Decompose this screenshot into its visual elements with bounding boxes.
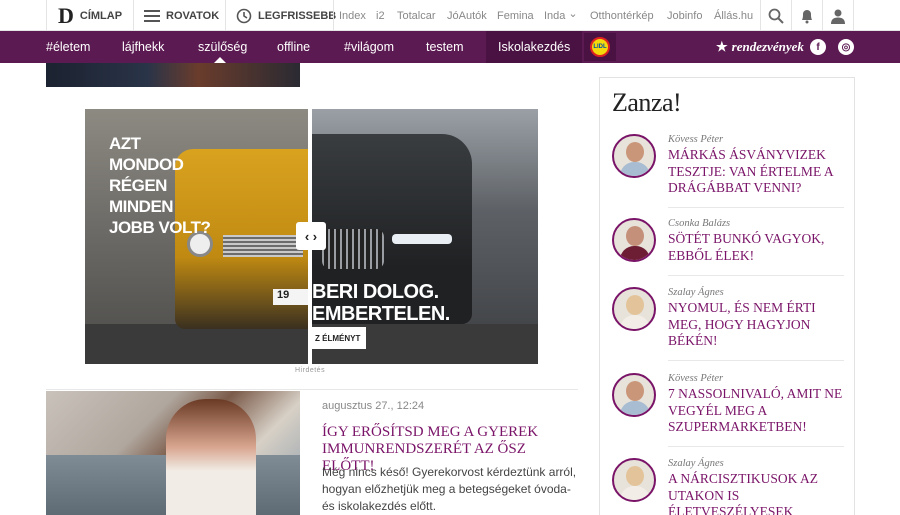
avatar-body — [620, 486, 650, 500]
ad-license-plate: 19 — [273, 289, 308, 305]
ad-headlight — [392, 234, 452, 244]
ad-headline-right: BERI DOLOG. EMBERTELEN. — [312, 281, 450, 325]
article-image-person — [166, 399, 256, 515]
category-eletem[interactable]: #életem — [46, 31, 90, 63]
category-testem[interactable]: testem — [426, 31, 464, 63]
sidebar-divider — [668, 360, 844, 361]
nav-divider — [760, 0, 761, 31]
avatar-body — [620, 401, 650, 415]
partner-link-inda[interactable]: Inda ⌄ — [544, 0, 578, 31]
home-link[interactable]: D CÍMLAP — [58, 0, 122, 31]
chevron-down-icon: ⌄ — [568, 7, 578, 20]
author-name: Szalay Ágnes — [668, 287, 724, 298]
avatar-body — [620, 162, 650, 176]
sidebar-divider — [668, 207, 844, 208]
home-label: CÍMLAP — [79, 9, 123, 22]
nav-divider — [791, 0, 792, 31]
bell-icon — [799, 8, 815, 24]
avatar-body — [620, 315, 650, 329]
category-iskolakezdes[interactable]: Iskolakezdés — [486, 31, 583, 63]
star-icon: ★ — [716, 39, 728, 54]
ad-road — [85, 324, 308, 364]
facebook-icon[interactable]: f — [810, 39, 826, 55]
partner-link-allas[interactable]: Állás.hu — [714, 0, 753, 31]
ad-left-image: 19 AZT MONDOD RÉGEN MINDEN JOBB VOLT? — [85, 109, 308, 364]
nav-divider — [133, 0, 134, 31]
category-vilagom[interactable]: #világom — [344, 31, 394, 63]
partner-link-i2[interactable]: i2 — [376, 0, 385, 31]
nav-divider — [333, 0, 334, 31]
user-icon — [830, 8, 846, 24]
author-name: Kövess Péter — [668, 373, 724, 384]
ad-headline-left: AZT MONDOD RÉGEN MINDEN JOBB VOLT? — [109, 134, 211, 237]
search-button[interactable] — [768, 0, 784, 31]
category-lajfhekk[interactable]: lájfhekk — [122, 31, 164, 63]
article-image[interactable] — [46, 391, 300, 515]
author-avatar — [612, 218, 656, 262]
nav-divider — [822, 0, 823, 31]
clock-icon — [236, 8, 252, 24]
sidebar-item-title[interactable]: Márkás ásványvizek tesztje: van értelme … — [668, 147, 844, 197]
author-name: Szalay Ágnes — [668, 458, 724, 469]
nav-divider — [225, 0, 226, 31]
ad-grille — [223, 235, 303, 257]
avatar-head — [626, 381, 644, 401]
lidl-logo-mark: LIDL — [590, 37, 610, 57]
avatar-head — [626, 466, 644, 486]
profile-button[interactable] — [830, 0, 846, 31]
latest-label: LEGFRISSEBB — [258, 9, 337, 22]
sidebar-item-title[interactable]: A nárcisztikusok az utakon is életveszél… — [668, 471, 844, 515]
search-icon — [768, 8, 784, 24]
events-link[interactable]: ★ rendezvények — [716, 31, 804, 63]
article-divider — [46, 389, 578, 390]
partner-link-joautok[interactable]: JóAutók — [447, 0, 487, 31]
author-avatar — [612, 134, 656, 178]
ad-cta-button[interactable]: Z ÉLMÉNYT — [312, 327, 366, 349]
notifications-button[interactable] — [799, 0, 815, 31]
previous-article-image[interactable] — [46, 63, 300, 87]
partner-link-totalcar[interactable]: Totalcar — [397, 0, 436, 31]
article-date: augusztus 27., 12:24 — [322, 400, 425, 412]
site-logo: D — [58, 2, 74, 28]
avatar-head — [626, 142, 644, 162]
inda-label: Inda — [544, 9, 566, 22]
sidebar-item-title[interactable]: Sötét bunkó vagyok, ebből élek! — [668, 231, 844, 264]
author-avatar — [612, 373, 656, 417]
category-offline[interactable]: offline — [277, 31, 310, 63]
sidebar-title: Zanza! — [612, 88, 682, 117]
events-label: rendezvények — [731, 39, 804, 54]
hamburger-icon — [144, 9, 160, 22]
latest-button[interactable]: LEGFRISSEBB — [236, 0, 336, 31]
ad-label: Hirdetés — [295, 367, 326, 374]
sidebar-item-title[interactable]: Nyomul, és nem érti meg, hogy hagyjon bé… — [668, 300, 844, 350]
partner-link-index[interactable]: Index — [339, 0, 366, 31]
nav-divider — [46, 0, 47, 31]
instagram-icon[interactable]: ◎ — [838, 39, 854, 55]
avatar-head — [626, 226, 644, 246]
top-navigation: D CÍMLAP ROVATOK LEGFRISSEBB Index i2 To… — [0, 0, 900, 31]
sponsor-logo[interactable]: LIDL — [584, 33, 616, 61]
ad-compare-handle[interactable]: ‹ › — [296, 222, 326, 250]
zanza-sidebar: Zanza! Kövess Péter Márkás ásványvizek t… — [599, 77, 855, 515]
sections-menu-button[interactable]: ROVATOK — [144, 0, 219, 31]
avatar-body — [620, 246, 650, 260]
sidebar-item-title[interactable]: 7 nassolnivaló, amit ne vegyél meg a szu… — [668, 386, 844, 436]
nav-divider — [853, 0, 854, 31]
author-avatar — [612, 287, 656, 331]
partner-link-jobinfo[interactable]: Jobinfo — [667, 0, 702, 31]
partner-link-otthonterkep[interactable]: Otthontérkép — [590, 0, 654, 31]
ad-right-image — [312, 109, 538, 364]
author-avatar — [612, 458, 656, 502]
sidebar-divider — [668, 275, 844, 276]
partner-link-femina[interactable]: Femina — [497, 0, 534, 31]
author-name: Kövess Péter — [668, 134, 724, 145]
sections-label: ROVATOK — [166, 9, 220, 22]
article-lead: Még nincs késő! Gyerekorvost kérdeztünk … — [322, 465, 577, 513]
avatar-head — [626, 295, 644, 315]
author-name: Csonka Balázs — [668, 218, 731, 229]
ad-grille — [322, 229, 384, 269]
sidebar-divider — [668, 446, 844, 447]
